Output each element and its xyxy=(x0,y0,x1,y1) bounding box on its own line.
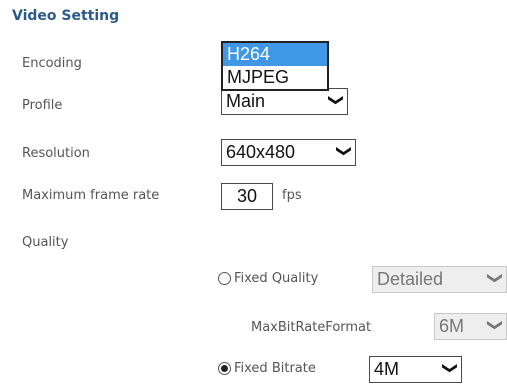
encoding-option-mjpeg[interactable]: MJPEG xyxy=(223,66,327,89)
fixed-bitrate-radio[interactable] xyxy=(218,362,231,375)
encoding-option-h264[interactable]: H264 xyxy=(223,43,327,66)
fixed-bitrate-label: Fixed Bitrate xyxy=(234,361,316,376)
fixed-quality-label: Fixed Quality xyxy=(234,271,319,286)
chevron-down-icon: ❯ xyxy=(335,144,354,158)
fixed-bitrate-select[interactable]: 4M ❯ xyxy=(369,356,462,383)
fixed-quality-select[interactable]: Detailed ❯ xyxy=(372,266,507,293)
chevron-down-icon: ❯ xyxy=(486,271,505,285)
resolution-value: 640x480 xyxy=(226,142,296,162)
frame-rate-label: Maximum frame rate xyxy=(22,188,160,203)
encoding-dropdown-list[interactable]: H264 MJPEG xyxy=(221,41,329,91)
profile-value: Main xyxy=(226,91,266,111)
chevron-down-icon: ❯ xyxy=(441,361,460,375)
resolution-label: Resolution xyxy=(22,146,90,161)
encoding-label: Encoding xyxy=(22,56,82,71)
fixed-quality-radio[interactable] xyxy=(218,272,231,285)
quality-label: Quality xyxy=(22,235,69,250)
resolution-select[interactable]: 640x480 ❯ xyxy=(221,139,356,166)
max-bitrate-format-select[interactable]: 6M ❯ xyxy=(434,313,507,340)
max-bitrate-format-value: 6M xyxy=(439,316,465,336)
fixed-bitrate-value: 4M xyxy=(374,359,400,379)
profile-label: Profile xyxy=(22,98,63,113)
fixed-quality-value: Detailed xyxy=(377,269,444,289)
section-title: Video Setting xyxy=(12,8,120,24)
profile-select[interactable]: Main ❯ xyxy=(221,88,348,115)
chevron-down-icon: ❯ xyxy=(327,93,346,107)
chevron-down-icon: ❯ xyxy=(486,318,505,332)
frame-rate-input[interactable]: 30 xyxy=(221,183,273,210)
frame-rate-unit: fps xyxy=(282,188,302,203)
max-bitrate-format-label: MaxBitRateFormat xyxy=(251,320,372,335)
